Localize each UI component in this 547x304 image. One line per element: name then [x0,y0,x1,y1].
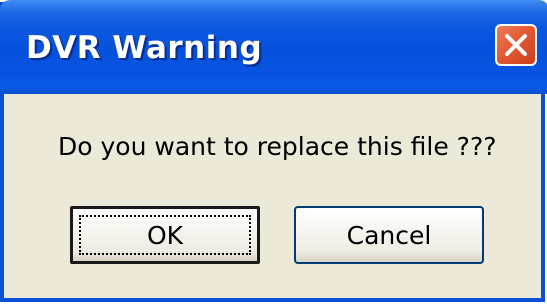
ok-button[interactable]: OK [70,206,260,264]
close-button[interactable] [495,24,537,66]
cancel-button[interactable]: Cancel [294,206,484,264]
dialog-message: Do you want to replace this file ??? [58,132,497,161]
dialog-window: DVR Warning Do you want to replace this … [0,0,547,302]
cancel-button-label: Cancel [346,220,432,250]
dialog-body: Do you want to replace this file ??? OK … [4,94,541,298]
ok-button-label: OK [146,220,184,250]
title-bar[interactable]: DVR Warning [0,0,547,94]
dialog-title: DVR Warning [26,30,263,66]
close-icon [505,34,527,56]
